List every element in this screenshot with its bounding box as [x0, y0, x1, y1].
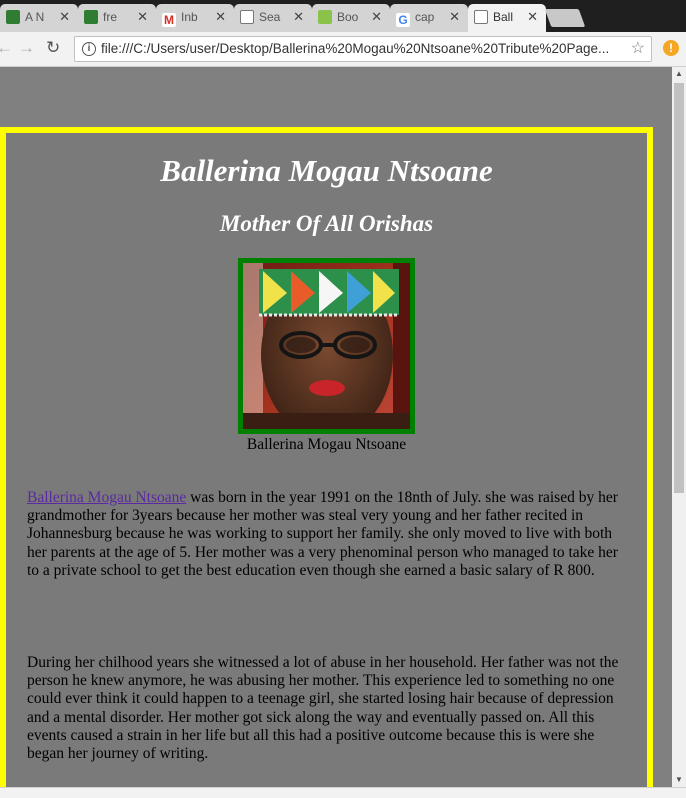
page-icon	[474, 10, 488, 24]
close-tab-icon[interactable]: ✕	[137, 9, 148, 25]
tab-label: Sea	[259, 10, 281, 24]
browser-tab[interactable]: Sea ✕	[234, 4, 312, 32]
close-tab-icon[interactable]: ✕	[215, 9, 226, 25]
bookmark-star-icon[interactable]: ☆	[631, 37, 645, 61]
browser-tab[interactable]: Boo ✕	[312, 4, 390, 32]
new-tab-button[interactable]	[544, 9, 586, 27]
bio-paragraph-1: Ballerina Mogau Ntsoane was born in the …	[27, 489, 629, 580]
info-icon[interactable]: i	[82, 42, 96, 56]
name-link[interactable]: Ballerina Mogau Ntsoane	[27, 489, 186, 506]
tab-strip: A N ✕ fre ✕ M Inb ✕ Sea ✕ Boo ✕ Gcap ✕ Ball ✕	[0, 0, 686, 32]
tab-label: Ball	[493, 10, 514, 24]
bio-paragraph-2: During her chilhood years she witnessed …	[27, 654, 619, 763]
browser-tab[interactable]: Gcap ✕	[390, 4, 468, 32]
google-icon: G	[396, 13, 410, 27]
tab-label: Boo	[337, 10, 359, 24]
page-icon	[240, 10, 254, 24]
scroll-thumb[interactable]	[674, 83, 684, 493]
reload-icon[interactable]: ↻	[46, 38, 60, 58]
address-bar[interactable]: i file:///C:/Users/user/Desktop/Ballerin…	[74, 36, 652, 62]
tab-label: A N	[25, 10, 45, 24]
tab-label: cap	[415, 10, 435, 24]
tab-label: Inb	[181, 10, 198, 24]
w3-icon	[318, 10, 332, 24]
page-subtitle: Mother Of All Orishas	[219, 211, 434, 236]
close-tab-icon[interactable]: ✕	[527, 9, 538, 25]
portrait-caption: Ballerina Mogau Ntsoane	[246, 436, 407, 453]
browser-tab[interactable]: fre ✕	[78, 4, 156, 32]
close-tab-icon[interactable]: ✕	[449, 9, 460, 25]
portrait-photo	[243, 263, 410, 429]
browser-tab-active[interactable]: Ball ✕	[468, 4, 546, 32]
app-favicon-icon	[84, 10, 98, 24]
app-favicon-icon	[6, 10, 20, 24]
gmail-icon: M	[162, 13, 176, 27]
scroll-up-arrow-icon[interactable]: ▲	[672, 67, 686, 81]
scroll-down-arrow-icon[interactable]: ▼	[672, 773, 686, 787]
page-title: Ballerina Mogau Ntsoane	[160, 153, 493, 188]
tab-label: fre	[103, 10, 118, 24]
vertical-scrollbar[interactable]: ▲ ▼	[672, 67, 686, 787]
status-bar	[0, 787, 686, 798]
browser-toolbar: ← → ↻ i file:///C:/Users/user/Desktop/Ba…	[0, 32, 686, 67]
close-tab-icon[interactable]: ✕	[59, 9, 70, 25]
portrait-image	[238, 258, 415, 434]
browser-tab[interactable]: A N ✕	[0, 4, 78, 32]
browser-tab[interactable]: M Inb ✕	[156, 4, 234, 32]
update-alert-icon[interactable]: !	[663, 40, 679, 56]
forward-arrow-icon[interactable]: →	[18, 38, 35, 58]
url-text: file:///C:/Users/user/Desktop/Ballerina%…	[101, 41, 610, 56]
page-viewport: Ballerina Mogau Ntsoane Mother Of All Or…	[0, 67, 672, 787]
back-arrow-icon[interactable]: ←	[0, 38, 13, 58]
close-tab-icon[interactable]: ✕	[371, 9, 382, 25]
close-tab-icon[interactable]: ✕	[293, 9, 304, 25]
